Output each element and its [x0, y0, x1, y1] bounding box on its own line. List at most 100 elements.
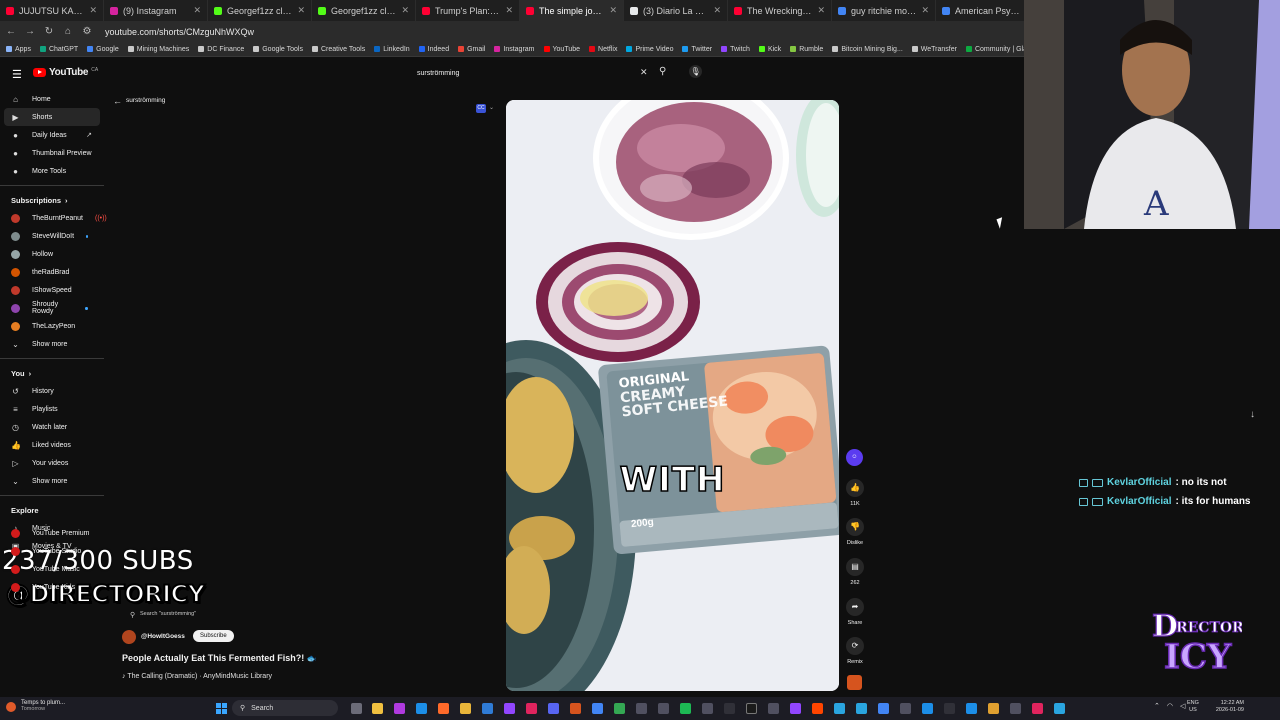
clock[interactable]: 12:22 AM 2026-01-09 [1214, 700, 1244, 714]
tab-close-icon[interactable]: ✕ [713, 5, 721, 16]
edge-icon[interactable] [416, 703, 427, 714]
home-icon[interactable]: ⌂ [63, 26, 73, 37]
tab-close-icon[interactable]: ✕ [505, 5, 513, 16]
tray-chevron-icon[interactable]: ⌃ [1154, 702, 1160, 710]
browser-tab[interactable]: (3) Diario La Gaceta on X ✕ [624, 0, 728, 21]
share-button[interactable]: ➦ Share [845, 598, 865, 626]
tab-close-icon[interactable]: ✕ [921, 5, 929, 16]
channel-avatar[interactable] [122, 630, 136, 644]
tab-close-icon[interactable]: ✕ [401, 5, 409, 16]
show-more-button[interactable]: ⌄ Show more [0, 335, 104, 353]
explore-heading[interactable]: Explore [0, 501, 104, 519]
microphone-icon[interactable]: 🎙 [689, 65, 702, 78]
app-icon[interactable] [768, 703, 779, 714]
bookmark-item[interactable]: Prime Video [626, 46, 673, 53]
bookmark-item[interactable]: Twitter [682, 46, 712, 53]
bookmark-item[interactable]: Creative Tools [311, 46, 365, 53]
app-icon[interactable] [812, 703, 823, 714]
bookmark-item[interactable]: Instagram [494, 46, 535, 53]
sidebar-item[interactable]: ⌂ Home [0, 90, 104, 108]
folder-icon[interactable] [460, 703, 471, 714]
short-title[interactable]: People Actually Eat This Fermented Fish?… [122, 653, 317, 663]
bookmark-item[interactable]: WeTransfer [911, 46, 957, 53]
sidebar-item[interactable]: Hollow [0, 245, 104, 263]
browser-tab[interactable]: Georgef1zz clipped by be ✕ [208, 0, 312, 21]
sidebar-item[interactable]: 👍 Liked videos [0, 436, 104, 454]
sidebar-item[interactable]: TheBurntPeanut ((•)) [0, 209, 107, 227]
sidebar-item[interactable]: ≡ Playlists [0, 400, 104, 418]
tab-close-icon[interactable]: ✕ [609, 5, 617, 16]
app-icon[interactable] [702, 703, 713, 714]
weather-widget[interactable]: Temps to plum... Tomorrow [6, 700, 65, 712]
forward-arrow-icon[interactable]: → [25, 26, 35, 37]
sidebar-item[interactable]: YouTube Kids [0, 578, 104, 596]
app-icon[interactable] [724, 703, 735, 714]
sidebar-item[interactable]: ▶ Shorts [4, 108, 100, 126]
search-suggestion-link[interactable]: Search "surströmming" [140, 611, 196, 617]
sidebar-item[interactable]: theRadBrad [0, 263, 104, 281]
spotify-icon[interactable] [680, 703, 691, 714]
short-video-player[interactable]: ORIGINAL CREAMY SOFT CHEESE 200g WITH [506, 100, 839, 691]
chevron-down-icon[interactable]: ⌄ [489, 104, 494, 111]
sidebar-item[interactable]: Shroudy Rowdy [0, 299, 104, 317]
sidebar-item[interactable]: SteveWillDoIt [0, 227, 104, 245]
search-icon[interactable]: ⚲ [659, 66, 666, 77]
dislike-button[interactable]: 👎 Dislike [845, 518, 865, 546]
app-icon[interactable] [394, 703, 405, 714]
sidebar-item[interactable]: ◷ Watch later [0, 418, 104, 436]
show-more-button[interactable]: ⌄ Show more [0, 472, 104, 490]
browser-tab[interactable]: The Wrecking Crew - Offi ✕ [728, 0, 832, 21]
browser-tab[interactable]: The simple joy of being a ✕ [520, 0, 624, 21]
app-icon[interactable] [614, 703, 625, 714]
bookmark-item[interactable]: LinkedIn [374, 46, 410, 53]
you-heading[interactable]: You › [0, 364, 104, 382]
bookmark-item[interactable]: Netflix [589, 46, 617, 53]
bookmark-item[interactable]: Apps [6, 46, 31, 53]
bookmark-item[interactable]: Indeed [418, 46, 449, 53]
comments-button[interactable]: ▤ 262 [845, 558, 865, 586]
sidebar-item[interactable]: ● Thumbnail Preview [0, 144, 104, 162]
bookmark-item[interactable]: Bitcoin Mining Big... [832, 46, 903, 53]
music-credit[interactable]: ♪ The Calling (Dramatic) · AnyMindMusic … [122, 673, 272, 680]
channel-avatar-icon[interactable]: ☺ [846, 449, 863, 466]
sidebar-item[interactable]: ▷ Your videos [0, 454, 104, 472]
app-icon[interactable] [988, 703, 999, 714]
sound-thumbnail[interactable] [847, 675, 862, 690]
youtube-logo[interactable]: YouTube CA [33, 67, 98, 78]
browser-tab[interactable]: JUJUTSU KAISEN The Cull ✕ [0, 0, 104, 21]
bookmark-item[interactable]: ChatGPT [39, 46, 78, 53]
app-icon[interactable] [526, 703, 537, 714]
captions-icon[interactable]: CC [476, 104, 486, 113]
twitch-icon[interactable] [504, 703, 515, 714]
store-icon[interactable] [482, 703, 493, 714]
bookmark-item[interactable]: YouTube [543, 46, 580, 53]
app-icon[interactable] [856, 703, 867, 714]
language-indicator[interactable]: ENG US [1187, 700, 1199, 714]
volume-icon[interactable]: ◁ [1180, 702, 1185, 710]
tab-close-icon[interactable]: ✕ [193, 5, 201, 16]
windows-start-icon[interactable] [216, 703, 227, 714]
subscribe-button[interactable]: Subscribe [193, 630, 234, 642]
chrome-icon[interactable] [592, 703, 603, 714]
reload-icon[interactable]: ↻ [44, 26, 54, 37]
sidebar-item[interactable]: ● More Tools [0, 162, 104, 180]
bookmark-item[interactable]: Twitch [721, 46, 750, 53]
bookmark-item[interactable]: Rumble [790, 46, 823, 53]
app-icon[interactable] [636, 703, 647, 714]
sidebar-item[interactable]: IShowSpeed [0, 281, 104, 299]
sidebar-item[interactable]: YouTube Music [0, 560, 104, 578]
url-field[interactable]: youtube.com/shorts/CMzguNhWXQw [105, 27, 254, 37]
bookmark-item[interactable]: Kick [758, 46, 781, 53]
app-icon[interactable] [1010, 703, 1021, 714]
search-input[interactable]: surströmming [410, 65, 655, 81]
subscriptions-heading[interactable]: Subscriptions › [0, 191, 104, 209]
app-icon[interactable] [966, 703, 977, 714]
tab-close-icon[interactable]: ✕ [817, 5, 825, 16]
app-icon[interactable] [834, 703, 845, 714]
sidebar-item[interactable]: YouTube Premium [0, 524, 104, 542]
bookmark-item[interactable]: Gmail [458, 46, 485, 53]
back-arrow-icon[interactable]: ← [6, 26, 16, 37]
like-button[interactable]: 👍 11K [845, 479, 865, 507]
site-info-icon[interactable]: ⚙ [82, 26, 92, 37]
app-icon[interactable] [746, 703, 757, 714]
